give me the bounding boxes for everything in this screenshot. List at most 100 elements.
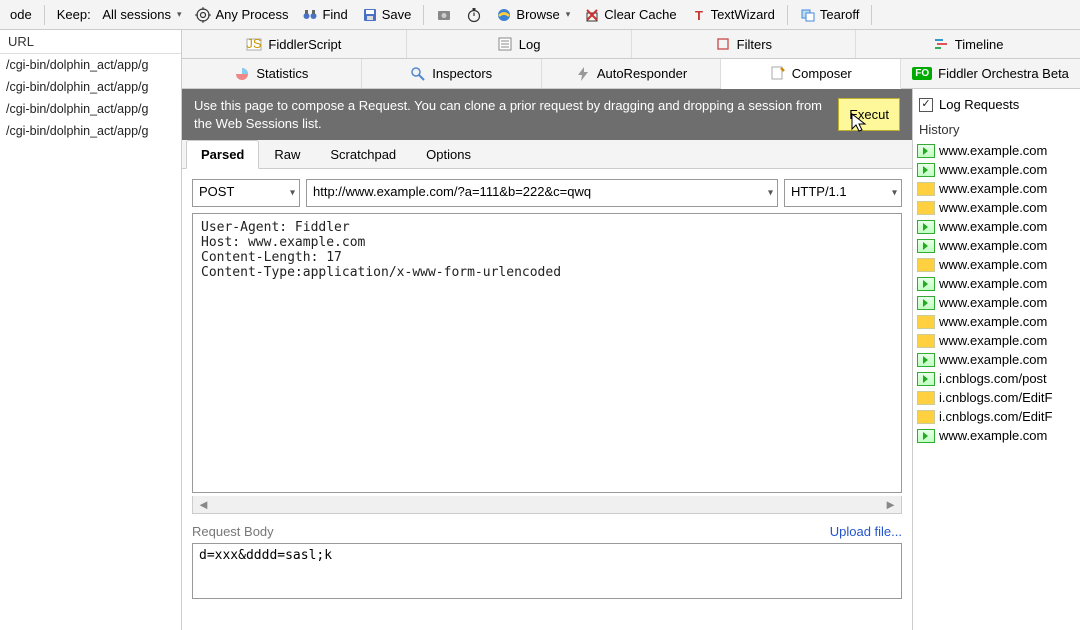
chevron-down-icon: ▾ xyxy=(892,188,897,199)
headers-textarea[interactable] xyxy=(192,213,902,493)
inspect-icon xyxy=(410,66,426,82)
browse-button[interactable]: Browse ▾ xyxy=(490,5,576,25)
composer-sub-tabs: Parsed Raw Scratchpad Options xyxy=(182,140,912,169)
get-badge-icon xyxy=(917,391,935,405)
get-badge-icon xyxy=(917,334,935,348)
history-list[interactable]: www.example.comwww.example.comwww.exampl… xyxy=(913,141,1080,630)
arrow-icon xyxy=(917,353,935,367)
svg-text:JS: JS xyxy=(247,36,263,51)
subtab-parsed[interactable]: Parsed xyxy=(186,140,259,169)
save-button[interactable]: Save xyxy=(356,5,418,25)
history-item[interactable]: www.example.com xyxy=(913,141,1080,160)
save-icon xyxy=(362,7,378,23)
history-panel: ✓ Log Requests History www.example.comww… xyxy=(912,89,1080,630)
history-item[interactable]: www.example.com xyxy=(913,331,1080,350)
history-item-label: i.cnblogs.com/EditF xyxy=(939,390,1052,405)
subtab-options[interactable]: Options xyxy=(411,140,486,168)
timer-button[interactable] xyxy=(460,5,488,25)
execute-button[interactable]: Execut xyxy=(838,98,900,131)
screenshot-button[interactable] xyxy=(430,5,458,25)
history-item-label: www.example.com xyxy=(939,352,1047,367)
history-item-label: www.example.com xyxy=(939,257,1047,272)
history-item-label: www.example.com xyxy=(939,238,1047,253)
clear-cache-button[interactable]: Clear Cache xyxy=(578,5,682,25)
arrow-icon xyxy=(917,144,935,158)
tearoff-button[interactable]: Tearoff xyxy=(794,5,866,25)
tab-log[interactable]: Log xyxy=(407,30,632,58)
history-item[interactable]: i.cnblogs.com/EditF xyxy=(913,407,1080,426)
history-item[interactable]: www.example.com xyxy=(913,179,1080,198)
clear-cache-icon xyxy=(584,7,600,23)
history-item[interactable]: www.example.com xyxy=(913,350,1080,369)
sessions-url-header[interactable]: URL xyxy=(0,30,181,54)
log-requests-checkbox[interactable]: ✓ xyxy=(919,98,933,112)
history-item[interactable]: i.cnblogs.com/post xyxy=(913,369,1080,388)
textwizard-button[interactable]: T TextWizard xyxy=(685,5,781,25)
keep-sessions-dropdown[interactable]: Keep: All sessions ▾ xyxy=(51,5,188,24)
horizontal-scrollbar[interactable]: ◄► xyxy=(192,496,902,514)
url-input[interactable]: http://www.example.com/?a=111&b=222&c=qw… xyxy=(306,179,778,207)
history-item[interactable]: www.example.com xyxy=(913,217,1080,236)
subtab-scratchpad[interactable]: Scratchpad xyxy=(315,140,411,168)
body-label: Request Body xyxy=(192,524,274,539)
history-item[interactable]: www.example.com xyxy=(913,312,1080,331)
session-row[interactable]: /cgi-bin/dolphin_act/app/g xyxy=(0,76,181,98)
arrow-icon xyxy=(917,372,935,386)
camera-icon xyxy=(436,7,452,23)
ie-icon xyxy=(496,7,512,23)
history-title: History xyxy=(913,116,1080,141)
body-textarea[interactable] xyxy=(192,543,902,599)
history-item-label: www.example.com xyxy=(939,333,1047,348)
tab-filters[interactable]: Filters xyxy=(632,30,857,58)
target-icon xyxy=(195,7,211,23)
tab-inspectors[interactable]: Inspectors xyxy=(362,59,542,88)
filter-icon xyxy=(715,36,731,52)
session-row[interactable]: /cgi-bin/dolphin_act/app/g xyxy=(0,120,181,142)
log-requests-label: Log Requests xyxy=(939,97,1019,112)
history-item[interactable]: www.example.com xyxy=(913,160,1080,179)
history-item[interactable]: www.example.com xyxy=(913,255,1080,274)
sessions-list[interactable]: /cgi-bin/dolphin_act/app/g/cgi-bin/dolph… xyxy=(0,54,181,630)
tab-timeline[interactable]: Timeline xyxy=(856,30,1080,58)
session-row[interactable]: /cgi-bin/dolphin_act/app/g xyxy=(0,54,181,76)
tab-fiddlerscript[interactable]: JS FiddlerScript xyxy=(182,30,407,58)
get-badge-icon xyxy=(917,315,935,329)
feature-tabs-row1: JS FiddlerScript Log Filters Timeline xyxy=(182,30,1080,59)
compose-icon xyxy=(770,65,786,81)
arrow-icon xyxy=(917,277,935,291)
tab-orchestra[interactable]: FO Fiddler Orchestra Beta xyxy=(901,59,1080,88)
log-icon xyxy=(497,36,513,52)
fo-badge-icon: FO xyxy=(912,67,932,80)
http-version-select[interactable]: HTTP/1.1 ▾ xyxy=(784,179,902,207)
chevron-down-icon: ▾ xyxy=(566,9,571,20)
subtab-raw[interactable]: Raw xyxy=(259,140,315,168)
timeline-icon xyxy=(933,36,949,52)
history-item-label: i.cnblogs.com/post xyxy=(939,371,1047,386)
history-item-label: www.example.com xyxy=(939,219,1047,234)
bolt-icon xyxy=(575,66,591,82)
any-process-button[interactable]: Any Process xyxy=(189,5,294,25)
history-item[interactable]: www.example.com xyxy=(913,293,1080,312)
tab-composer[interactable]: Composer xyxy=(721,59,901,89)
history-item[interactable]: www.example.com xyxy=(913,274,1080,293)
history-item[interactable]: www.example.com xyxy=(913,236,1080,255)
tearoff-icon xyxy=(800,7,816,23)
tab-autoresponder[interactable]: AutoResponder xyxy=(542,59,722,88)
history-item[interactable]: i.cnblogs.com/EditF xyxy=(913,388,1080,407)
stats-icon xyxy=(234,66,250,82)
get-badge-icon xyxy=(917,182,935,196)
method-select[interactable]: POST ▾ xyxy=(192,179,300,207)
decode-button[interactable]: ode xyxy=(4,5,38,24)
tab-statistics[interactable]: Statistics xyxy=(182,59,362,88)
upload-file-link[interactable]: Upload file... xyxy=(830,524,902,539)
history-item-label: www.example.com xyxy=(939,200,1047,215)
history-item[interactable]: www.example.com xyxy=(913,198,1080,217)
history-item-label: i.cnblogs.com/EditF xyxy=(939,409,1052,424)
history-item-label: www.example.com xyxy=(939,143,1047,158)
history-item[interactable]: www.example.com xyxy=(913,426,1080,445)
find-button[interactable]: Find xyxy=(296,5,353,25)
arrow-icon xyxy=(917,220,935,234)
session-row[interactable]: /cgi-bin/dolphin_act/app/g xyxy=(0,98,181,120)
stopwatch-icon xyxy=(466,7,482,23)
history-item-label: www.example.com xyxy=(939,314,1047,329)
